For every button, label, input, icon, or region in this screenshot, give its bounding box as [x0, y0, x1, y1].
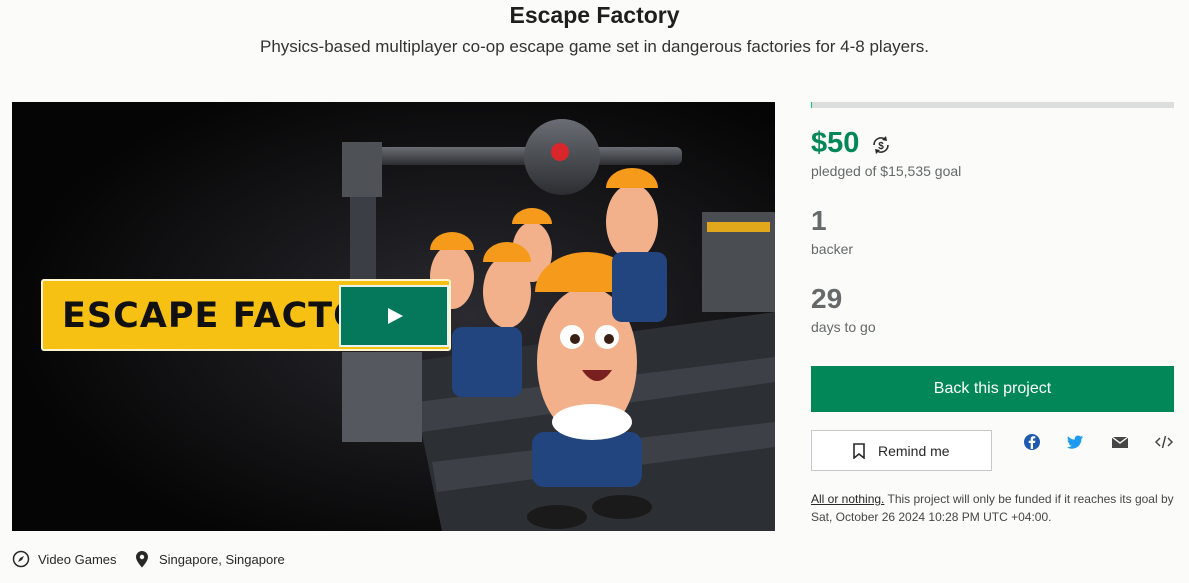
video-title-banner: ESCAPE FACTORY	[41, 279, 451, 351]
location-link[interactable]: Singapore, Singapore	[133, 549, 293, 569]
category-link[interactable]: Video Games	[12, 549, 122, 569]
pledged-goal-label: pledged of $15,535 goal	[811, 163, 962, 179]
remind-me-button[interactable]: Remind me	[811, 430, 992, 471]
play-button[interactable]	[339, 285, 449, 347]
category-label: Video Games	[38, 552, 117, 567]
project-subtitle: Physics-based multiplayer co-op escape g…	[259, 37, 929, 56]
compass-icon	[12, 550, 30, 568]
svg-text:$: $	[878, 141, 884, 152]
project-title: Escape Factory	[509, 2, 680, 28]
facebook-icon[interactable]	[1022, 432, 1042, 452]
location-label: Singapore, Singapore	[159, 552, 285, 567]
remind-me-label: Remind me	[878, 443, 950, 459]
all-or-nothing-link[interactable]: All or nothing.	[811, 492, 884, 506]
currency-conversion-icon[interactable]: $	[870, 134, 892, 156]
backers-label: backer	[811, 241, 854, 257]
project-video[interactable]: ESCAPE FACTORY	[12, 102, 775, 531]
funding-progress-bar	[811, 102, 1174, 108]
location-pin-icon	[136, 551, 148, 568]
twitter-icon[interactable]	[1065, 432, 1085, 452]
all-or-nothing-notice: All or nothing. This project will only b…	[811, 490, 1176, 526]
days-to-go-label: days to go	[811, 319, 876, 335]
video-banner-text: ESCAPE FACTORY	[62, 296, 342, 336]
backers-count: 1	[811, 205, 827, 236]
email-icon[interactable]	[1110, 432, 1130, 452]
play-icon	[388, 308, 403, 324]
back-this-project-button[interactable]: Back this project	[811, 366, 1174, 412]
pledged-amount: $50	[811, 127, 860, 159]
days-to-go-count: 29	[811, 283, 843, 314]
embed-icon[interactable]	[1154, 432, 1174, 452]
funding-progress-fill	[811, 102, 813, 108]
bookmark-icon	[853, 443, 865, 459]
